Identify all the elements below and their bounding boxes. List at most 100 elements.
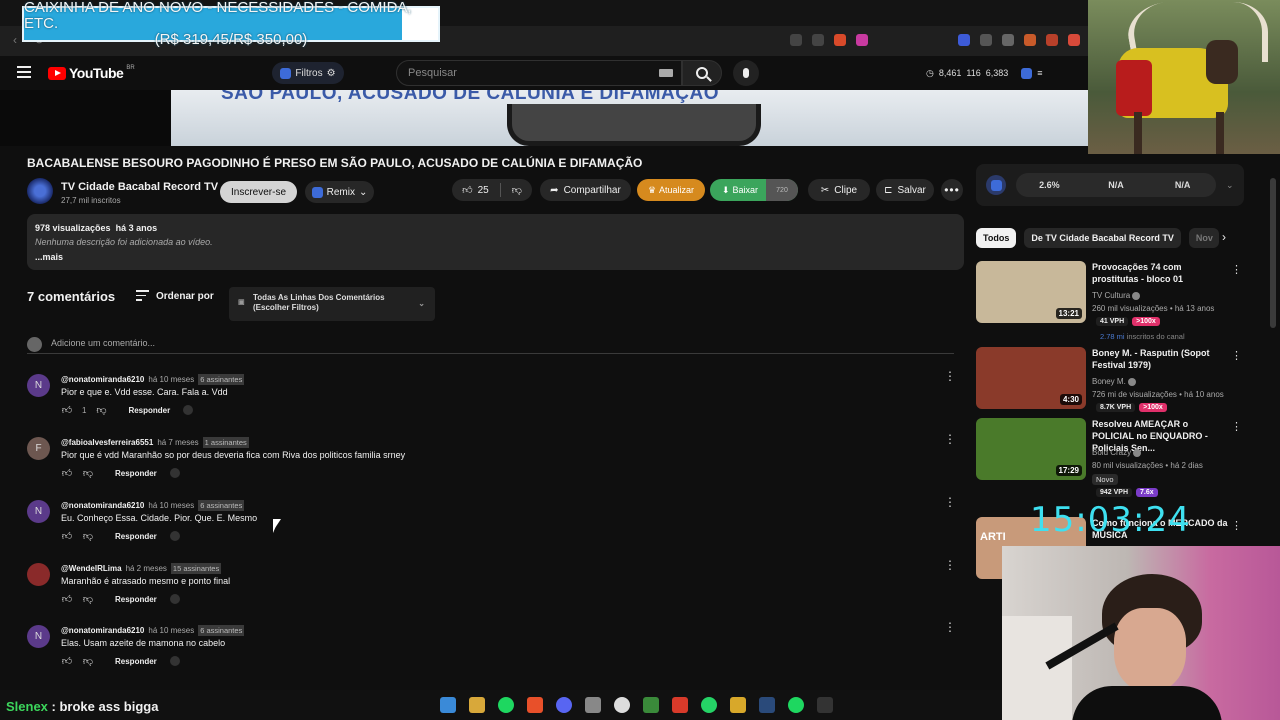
recommended-video[interactable]: 17:29 Resolveu AMEAÇAR o POLICIAL no ENQU… xyxy=(976,418,1246,497)
recommended-title[interactable]: Provocações 74 com prostitutas - bloco 0… xyxy=(1092,261,1230,285)
recommended-video[interactable]: 13:21 Provocações 74 com prostitutas - bl… xyxy=(976,261,1246,341)
more-vertical-icon[interactable]: ⋮ xyxy=(944,496,956,508)
comment-author[interactable]: @nonatomiranda6210 xyxy=(61,626,144,635)
extension-icon[interactable] xyxy=(169,594,180,604)
comment-author[interactable]: @WendelRLima xyxy=(61,564,122,573)
reply-button[interactable]: Responder xyxy=(115,532,157,541)
comment-time[interactable]: há 10 meses xyxy=(148,626,194,635)
whatsapp-icon[interactable] xyxy=(701,697,717,713)
like-dislike-group[interactable]: 👍︎ 25 👎︎ xyxy=(452,179,532,201)
like-icon[interactable]: 👍︎ xyxy=(61,593,73,605)
comment-author[interactable]: @nonatomiranda6210 xyxy=(61,501,144,510)
recommended-title[interactable]: Boney M. - Rasputin (Sopot Festival 1979… xyxy=(1092,347,1230,371)
dislike-icon[interactable]: 👎︎ xyxy=(95,404,107,416)
chevron-right-icon[interactable]: › xyxy=(1222,230,1226,244)
description-more-link[interactable]: ...mais xyxy=(35,252,956,262)
extension-icon[interactable] xyxy=(169,531,180,541)
steam-icon[interactable] xyxy=(759,697,775,713)
app-icon[interactable] xyxy=(672,697,688,713)
more-vertical-icon[interactable]: ⋮ xyxy=(1231,349,1242,362)
commenter-avatar[interactable]: N xyxy=(27,500,50,523)
voice-search-button[interactable] xyxy=(733,60,759,86)
like-icon[interactable]: 👍︎ xyxy=(61,467,73,479)
comment-author[interactable]: @fabioalvesferreira6551 xyxy=(61,438,153,447)
spotify-icon[interactable] xyxy=(498,697,514,713)
scrollbar[interactable] xyxy=(1270,178,1276,328)
download-quality-select[interactable]: 720 xyxy=(766,179,798,201)
share-icon[interactable] xyxy=(812,34,824,46)
calculator-icon[interactable] xyxy=(585,697,601,713)
dislike-icon[interactable]: 👎︎ xyxy=(82,593,94,605)
clip-button[interactable]: ✂ Clipe xyxy=(808,179,870,201)
comment-time[interactable]: há 2 meses xyxy=(126,564,167,573)
video-thumbnail[interactable]: 4:30 xyxy=(976,347,1086,409)
back-icon[interactable]: ‹ xyxy=(8,33,22,47)
download-main[interactable]: ⬇ Baixar xyxy=(710,185,766,196)
obs-icon[interactable] xyxy=(614,697,630,713)
sort-comments-button[interactable]: Ordenar por xyxy=(136,290,214,304)
recommended-video[interactable]: 4:30 Boney M. - Rasputin (Sopot Festival … xyxy=(976,347,1246,412)
extension-icon[interactable] xyxy=(958,34,970,46)
share-button[interactable]: ➦ Compartilhar xyxy=(540,179,631,201)
video-thumbnail[interactable]: 17:29 xyxy=(976,418,1086,480)
chip-new[interactable]: Nov xyxy=(1188,228,1219,248)
chip-channel[interactable]: De TV Cidade Bacabal Record TV xyxy=(1024,228,1181,248)
cast-icon[interactable] xyxy=(790,34,802,46)
recommended-channel[interactable]: TV Cultura xyxy=(1092,291,1141,300)
commenter-avatar[interactable]: F xyxy=(27,437,50,460)
spotify-icon[interactable] xyxy=(788,697,804,713)
commenter-avatar[interactable]: N xyxy=(27,374,50,397)
video-player[interactable]: SÃO PAULO, ACUSADO DE CALÚNIA E DIFAMAÇÃ… xyxy=(0,90,1088,146)
like-icon[interactable]: 👍︎ xyxy=(61,404,73,416)
reply-button[interactable]: Responder xyxy=(115,469,157,478)
extension-icon[interactable] xyxy=(1046,34,1058,46)
more-vertical-icon[interactable]: ⋮ xyxy=(944,559,956,571)
download-button[interactable]: ⬇ Baixar 720 xyxy=(710,179,798,201)
more-vertical-icon[interactable]: ⋮ xyxy=(944,621,956,633)
commenter-avatar[interactable] xyxy=(27,563,50,586)
video-frame[interactable]: SÃO PAULO, ACUSADO DE CALÚNIA E DIFAMAÇÃ… xyxy=(171,90,1088,146)
save-button[interactable]: ⊏ Salvar xyxy=(876,179,934,201)
youtube-logo[interactable]: YouTube BR xyxy=(48,65,135,81)
video-thumbnail[interactable]: 13:21 xyxy=(976,261,1086,323)
file-explorer-icon[interactable] xyxy=(469,697,485,713)
video-stats-extension[interactable]: 2.6% N/A N/A ⌄ xyxy=(976,164,1244,206)
subscribe-button[interactable]: Inscrever-se xyxy=(220,181,297,203)
terminal-icon[interactable] xyxy=(817,697,833,713)
extension-icon[interactable] xyxy=(1021,67,1033,79)
windows-start-icon[interactable] xyxy=(440,697,456,713)
comment-filter-select[interactable]: ▣ Todas As Linhas Dos Comentários (Escol… xyxy=(229,287,435,321)
channel-avatar[interactable] xyxy=(27,178,53,204)
extension-icon[interactable] xyxy=(183,405,194,415)
menu-icon[interactable] xyxy=(17,66,31,81)
search-input[interactable]: Pesquisar xyxy=(396,60,682,86)
more-vertical-icon[interactable]: ⋮ xyxy=(944,433,956,445)
search-button[interactable] xyxy=(682,60,722,86)
keyboard-icon[interactable] xyxy=(659,69,673,77)
commenter-avatar[interactable]: N xyxy=(27,625,50,648)
chip-all[interactable]: Todos xyxy=(976,228,1017,248)
extension-icon[interactable] xyxy=(169,468,180,478)
discord-icon[interactable] xyxy=(556,697,572,713)
description-box[interactable]: 978 visualizações há 3 anos Nenhuma desc… xyxy=(27,214,964,270)
comment-time[interactable]: há 10 meses xyxy=(148,375,194,384)
more-vertical-icon[interactable]: ⋮ xyxy=(1231,263,1242,276)
chevron-down-icon[interactable]: ⌄ xyxy=(1226,180,1234,191)
more-vertical-icon[interactable]: ⋮ xyxy=(944,370,956,382)
comment-time[interactable]: há 10 meses xyxy=(148,501,194,510)
recommended-channel[interactable]: Bold Crazy xyxy=(1092,448,1142,457)
brave-shield-icon[interactable] xyxy=(834,34,846,46)
reply-button[interactable]: Responder xyxy=(115,657,157,666)
app-icon[interactable] xyxy=(643,697,659,713)
update-button[interactable]: ♛ Atualizar xyxy=(637,179,705,201)
filters-button[interactable]: Filtros ⚙ xyxy=(272,62,344,84)
add-comment-field[interactable]: Adicione um comentário... xyxy=(27,336,954,354)
reply-button[interactable]: Responder xyxy=(115,595,157,604)
channel-name[interactable]: TV Cidade Bacabal Record TV xyxy=(61,181,218,193)
more-menu-icon[interactable]: ≡ xyxy=(1037,68,1042,78)
dislike-icon[interactable]: 👎︎ xyxy=(82,655,94,667)
brave-icon[interactable] xyxy=(527,697,543,713)
like-icon[interactable]: 👍︎ xyxy=(61,530,73,542)
dislike-icon[interactable]: 👎︎ xyxy=(82,467,94,479)
more-actions-button[interactable]: ••• xyxy=(941,179,963,201)
